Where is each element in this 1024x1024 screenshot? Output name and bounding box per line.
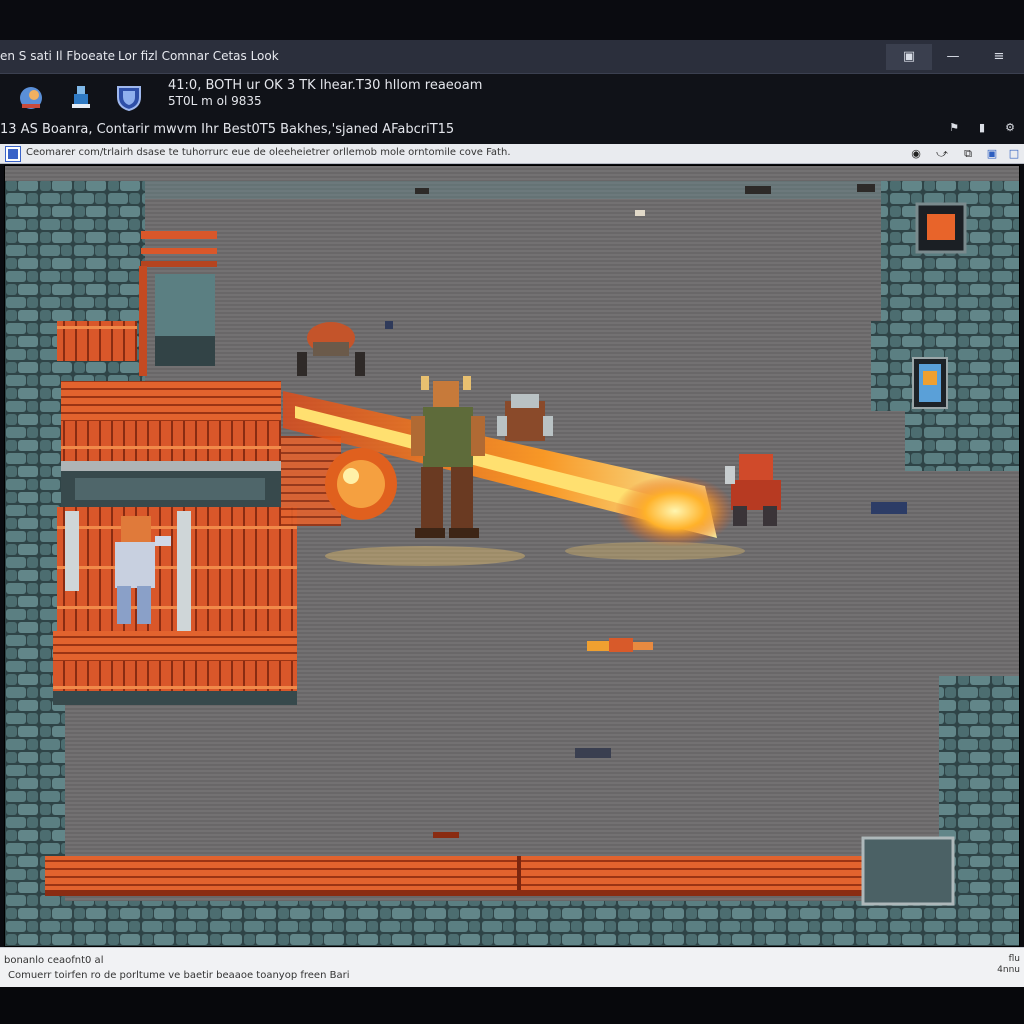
extension-icon[interactable]: ⧉ [960, 146, 976, 162]
info-bar: 41:0, BOTH ur OK 3 TK lhear.T30 hllom re… [0, 74, 1024, 144]
bottom-strip [0, 987, 1024, 1024]
status-corner: flu 4nnu [997, 954, 1020, 975]
address-bar[interactable]: Ceomarer com/trlairh dsase te tuhorrurc … [0, 144, 1024, 164]
wall-torch [915, 202, 967, 254]
character-icon[interactable] [66, 82, 96, 112]
info-line-1: 41:0, BOTH ur OK 3 TK lhear.T30 hllom re… [168, 78, 483, 93]
minimize-button[interactable]: — [930, 44, 976, 70]
flag-icon[interactable]: ⚑ [946, 120, 962, 136]
site-icon [6, 147, 20, 161]
restore-button[interactable]: ▣ [886, 44, 932, 70]
tab-icon[interactable]: ▣ [984, 146, 1000, 162]
menu-button[interactable]: ≡ [976, 44, 1022, 70]
title-bar: en S sati Il Fboeate Lor fizl Comnar Cet… [0, 40, 1024, 74]
info-line-2: 5T0L m ol 9835 [168, 94, 262, 108]
app-icon[interactable] [16, 82, 46, 112]
lock-icon[interactable]: ▮ [974, 120, 990, 136]
game-viewport[interactable] [4, 165, 1020, 947]
status-line-2: Comuerr toirfen ro de porltume ve baetir… [8, 970, 350, 981]
window-icon[interactable]: □ [1006, 146, 1022, 162]
menu-title[interactable]: Lor fizl Comnar Cetas Look [118, 49, 279, 63]
status-bar: bonanlo ceaofnt0 al Comuerr toirfen ro d… [0, 947, 1024, 987]
gear-icon[interactable]: ⚙ [1002, 120, 1018, 136]
share-icon[interactable]: ⤻ [934, 146, 950, 162]
location-icon[interactable]: ◉ [908, 146, 924, 162]
bottom-stone-wall [5, 901, 1019, 946]
info-line-3: 13 AS Boanra, Contarir mwvm Ihr Best0T5 … [0, 122, 455, 137]
helmeted-guard[interactable] [497, 394, 553, 441]
address-url[interactable]: Ceomarer com/trlairh dsase te tuhorrurc … [26, 147, 586, 158]
status-line-1: bonanlo ceaofnt0 al [4, 955, 104, 966]
wall-banner [912, 357, 948, 409]
fire-demon[interactable] [325, 448, 397, 520]
window-title: en S sati Il Fboeate [0, 49, 116, 63]
shield-icon[interactable] [114, 82, 144, 112]
